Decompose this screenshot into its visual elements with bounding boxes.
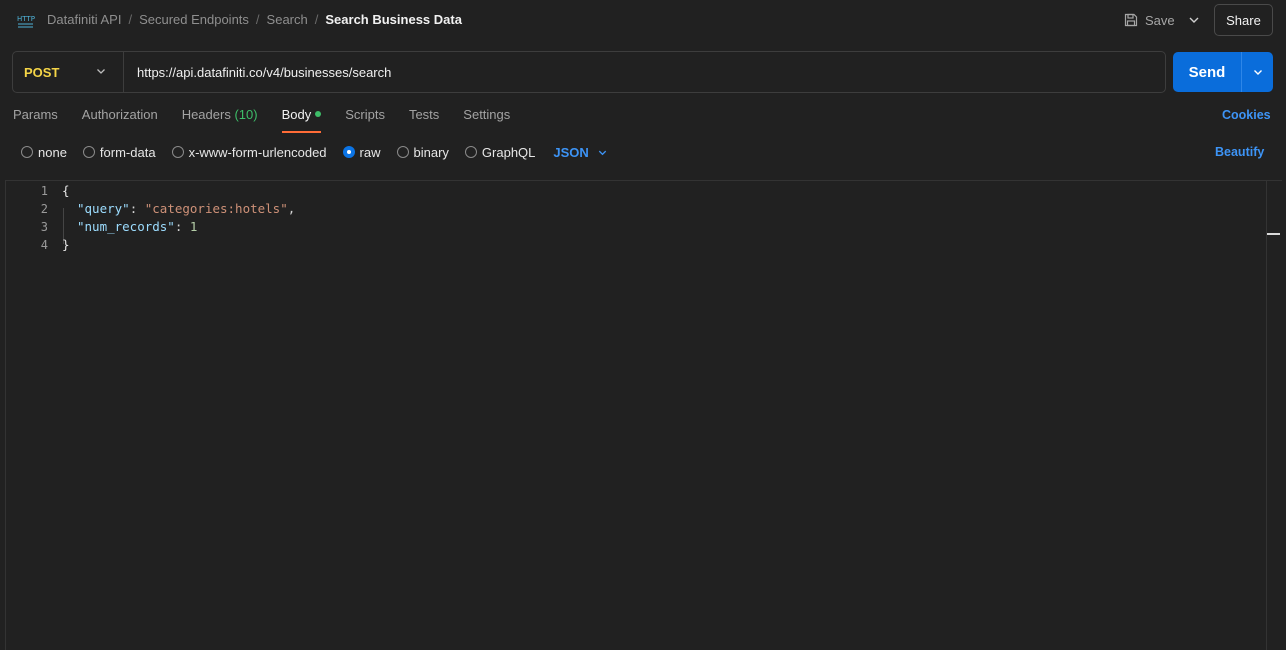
line-number: 2 (40, 202, 48, 216)
chevron-down-icon (1253, 70, 1262, 75)
cookies-link[interactable]: Cookies (1222, 108, 1271, 122)
send-button[interactable]: Send (1173, 52, 1241, 92)
save-button[interactable]: Save (1124, 10, 1175, 30)
json-comma: , (287, 201, 296, 216)
radio-circle (171, 146, 184, 158)
tab-settings[interactable]: Settings (463, 107, 510, 133)
chevron-down-icon[interactable] (1187, 13, 1201, 27)
chevron-down-icon (598, 150, 606, 155)
tab-headers[interactable]: Headers (10) (182, 107, 258, 133)
tab-body-label: Body (281, 107, 312, 122)
request-name[interactable]: Search Business Data (325, 12, 462, 27)
radio-circle (82, 146, 95, 158)
tab-authorization[interactable]: Authorization (82, 107, 158, 133)
breadcrumb-separator: / (255, 12, 260, 27)
request-tabs: Params Authorization Headers (10) Body S… (13, 107, 534, 133)
json-brace: { (62, 183, 70, 198)
json-number-value: 1 (189, 219, 198, 234)
radio-urlencoded[interactable]: x-www-form-urlencoded (171, 144, 327, 160)
radio-binary[interactable]: binary (396, 144, 449, 160)
json-string-value: "categories:hotels" (144, 201, 288, 216)
headers-count-badge: (10) (234, 107, 258, 122)
radio-label: binary (413, 144, 449, 160)
beautify-link[interactable]: Beautify (1215, 145, 1264, 159)
radio-circle (21, 146, 33, 158)
code-editor[interactable]: 1 2 3 4 { "query": "categories:hotels", … (5, 180, 1282, 650)
method-label: POST (24, 65, 60, 80)
body-type-options: none form-data x-www-form-urlencoded raw… (21, 144, 608, 160)
save-icon (1124, 13, 1138, 27)
json-key: "num_records" (77, 219, 175, 234)
radio-label: raw (359, 144, 381, 160)
method-selector[interactable]: POST (13, 52, 124, 92)
send-button-group: Send (1173, 52, 1273, 92)
language-label: JSON (553, 144, 589, 160)
tab-params[interactable]: Params (13, 107, 58, 133)
json-colon: : (129, 201, 145, 216)
editor-scrollbar[interactable] (1266, 180, 1280, 650)
radio-circle (396, 146, 409, 158)
tab-body[interactable]: Body (281, 107, 322, 133)
line-number: 1 (40, 184, 48, 198)
url-bar: POST https://api.datafiniti.co/v4/busine… (12, 51, 1166, 93)
scrollbar-cursor-marker (1267, 233, 1280, 235)
url-input[interactable]: https://api.datafiniti.co/v4/businesses/… (137, 65, 391, 80)
line-number: 3 (40, 220, 48, 234)
radio-none[interactable]: none (21, 145, 67, 160)
http-request-icon: HTTP (17, 15, 35, 28)
radio-form-data[interactable]: form-data (82, 144, 156, 160)
body-indicator-dot (315, 111, 322, 117)
tab-scripts[interactable]: Scripts (345, 107, 385, 133)
radio-graphql[interactable]: GraphQL (464, 144, 536, 160)
code-line: } (62, 236, 70, 254)
svg-text:HTTP: HTTP (17, 15, 35, 23)
radio-label: form-data (99, 144, 156, 160)
json-colon: : (174, 219, 190, 234)
share-button[interactable]: Share (1214, 4, 1273, 36)
language-select[interactable]: JSON (553, 145, 607, 160)
save-label: Save (1145, 12, 1175, 28)
tab-tests[interactable]: Tests (409, 107, 439, 133)
radio-label: GraphQL (481, 144, 536, 160)
header-bar: HTTP Datafiniti API / Secured Endpoints … (0, 0, 1286, 40)
tab-headers-label: Headers (181, 107, 231, 122)
line-number: 4 (40, 238, 48, 252)
radio-circle (464, 146, 477, 158)
breadcrumb-item-subfolder[interactable]: Search (267, 12, 308, 27)
radio-label: x-www-form-urlencoded (188, 144, 327, 160)
radio-raw[interactable]: raw (342, 144, 381, 160)
breadcrumb: Datafiniti API / Secured Endpoints / Sea… (47, 12, 462, 27)
breadcrumb-item-folder[interactable]: Secured Endpoints (139, 12, 249, 27)
chevron-down-icon (97, 69, 105, 74)
code-line: "num_records": 1 (77, 218, 197, 236)
send-options-button[interactable] (1242, 52, 1273, 92)
radio-circle-checked (342, 146, 355, 158)
json-key: "query" (77, 201, 130, 216)
radio-label: none (38, 144, 67, 160)
json-brace: } (62, 237, 70, 252)
code-line: "query": "categories:hotels", (77, 200, 295, 218)
code-line: { (62, 182, 70, 200)
breadcrumb-item-collection[interactable]: Datafiniti API (47, 12, 121, 27)
breadcrumb-separator: / (128, 12, 133, 27)
breadcrumb-separator: / (314, 12, 319, 27)
